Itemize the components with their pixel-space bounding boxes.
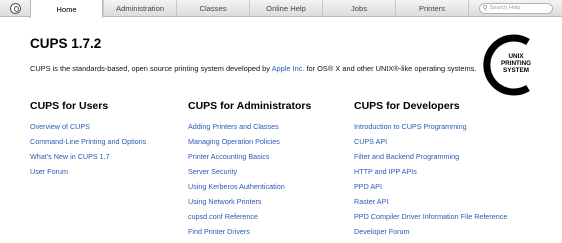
link-http-ipp[interactable]: HTTP and IPP APIs bbox=[354, 167, 417, 176]
list-item: HTTP and IPP APIs bbox=[354, 168, 507, 175]
administrators-links: Adding Printers and Classes Managing Ope… bbox=[188, 123, 311, 235]
search-icon: ⚲ bbox=[482, 4, 488, 12]
search-input[interactable] bbox=[489, 5, 550, 11]
link-developer-forum[interactable]: Developer Forum bbox=[354, 227, 410, 236]
developers-heading: CUPS for Developers bbox=[354, 100, 460, 112]
tab-jobs[interactable]: Jobs bbox=[322, 0, 395, 17]
intro-suffix: for OS® X and other UNIX®-like operating… bbox=[304, 64, 477, 73]
search-box[interactable]: ⚲ bbox=[478, 2, 553, 14]
logo-text-printing: PRINTING bbox=[501, 60, 531, 67]
cups-mini-logo bbox=[9, 3, 21, 14]
developers-column: CUPS for Developers Introduction to CUPS… bbox=[354, 100, 507, 243]
administrators-heading: CUPS for Administrators bbox=[188, 100, 312, 112]
link-whats-new[interactable]: What's New in CUPS 1.7 bbox=[30, 152, 110, 161]
list-item: User Forum bbox=[30, 168, 146, 175]
cups-logo-icon[interactable] bbox=[0, 0, 30, 17]
link-adding-printers[interactable]: Adding Printers and Classes bbox=[188, 122, 279, 131]
logo-text-unix: UNIX bbox=[508, 53, 524, 60]
cups-logo: UNIX PRINTING SYSTEM bbox=[483, 34, 531, 96]
list-item: Raster API bbox=[354, 198, 507, 205]
list-item: Managing Operation Policies bbox=[188, 138, 311, 145]
link-kerberos[interactable]: Using Kerberos Authentication bbox=[188, 182, 285, 191]
list-item: Find Printer Drivers bbox=[188, 228, 311, 235]
tab-home[interactable]: Home bbox=[30, 0, 103, 18]
users-heading: CUPS for Users bbox=[30, 100, 109, 112]
list-item: Overview of CUPS bbox=[30, 123, 146, 130]
link-find-drivers[interactable]: Find Printer Drivers bbox=[188, 227, 250, 236]
list-item: Using Network Printers bbox=[188, 198, 311, 205]
developers-links: Introduction to CUPS Programming CUPS AP… bbox=[354, 123, 507, 235]
apple-inc-link[interactable]: Apple Inc. bbox=[272, 64, 305, 73]
tab-printers[interactable]: Printers bbox=[395, 0, 468, 17]
tab-classes[interactable]: Classes bbox=[176, 0, 249, 17]
intro-prefix: CUPS is the standards-based, open source… bbox=[30, 64, 272, 73]
list-item: Command-Line Printing and Options bbox=[30, 138, 146, 145]
list-item: Introduction to CUPS Programming bbox=[354, 123, 507, 130]
list-item: What's New in CUPS 1.7 bbox=[30, 153, 146, 160]
list-item: CUPS API bbox=[354, 138, 507, 145]
intro-text: CUPS is the standards-based, open source… bbox=[30, 64, 490, 73]
link-accounting-basics[interactable]: Printer Accounting Basics bbox=[188, 152, 270, 161]
link-server-security[interactable]: Server Security bbox=[188, 167, 237, 176]
logo-text-system: SYSTEM bbox=[503, 67, 529, 74]
link-overview-of-cups[interactable]: Overview of CUPS bbox=[30, 122, 90, 131]
list-item: Printer Accounting Basics bbox=[188, 153, 311, 160]
list-item: PPD API bbox=[354, 183, 507, 190]
link-ppd-api[interactable]: PPD API bbox=[354, 182, 382, 191]
users-links: Overview of CUPS Command-Line Printing a… bbox=[30, 123, 146, 175]
link-intro-programming[interactable]: Introduction to CUPS Programming bbox=[354, 122, 467, 131]
search-area: ⚲ bbox=[468, 0, 562, 16]
top-navigation-bar: Home Administration Classes Online Help … bbox=[0, 0, 562, 18]
tab-online-help[interactable]: Online Help bbox=[249, 0, 322, 17]
list-item: Developer Forum bbox=[354, 228, 507, 235]
link-command-line-printing[interactable]: Command-Line Printing and Options bbox=[30, 137, 146, 146]
link-raster-api[interactable]: Raster API bbox=[354, 197, 388, 206]
list-item: Using Kerberos Authentication bbox=[188, 183, 311, 190]
link-ppd-compiler[interactable]: PPD Compiler Driver Information File Ref… bbox=[354, 212, 507, 221]
link-cupsd-conf[interactable]: cupsd.conf Reference bbox=[188, 212, 258, 221]
link-network-printers[interactable]: Using Network Printers bbox=[188, 197, 262, 206]
link-filter-backend[interactable]: Filter and Backend Programming bbox=[354, 152, 459, 161]
list-item: Filter and Backend Programming bbox=[354, 153, 507, 160]
link-user-forum[interactable]: User Forum bbox=[30, 167, 68, 176]
users-column: CUPS for Users Overview of CUPS Command-… bbox=[30, 100, 146, 183]
list-item: Adding Printers and Classes bbox=[188, 123, 311, 130]
administrators-column: CUPS for Administrators Adding Printers … bbox=[188, 100, 311, 243]
list-item: Server Security bbox=[188, 168, 311, 175]
list-item: cupsd.conf Reference bbox=[188, 213, 311, 220]
tab-administration[interactable]: Administration bbox=[103, 0, 176, 17]
link-cups-api[interactable]: CUPS API bbox=[354, 137, 387, 146]
list-item: PPD Compiler Driver Information File Ref… bbox=[354, 213, 507, 220]
page-title: CUPS 1.7.2 bbox=[30, 36, 102, 51]
link-operation-policies[interactable]: Managing Operation Policies bbox=[188, 137, 280, 146]
